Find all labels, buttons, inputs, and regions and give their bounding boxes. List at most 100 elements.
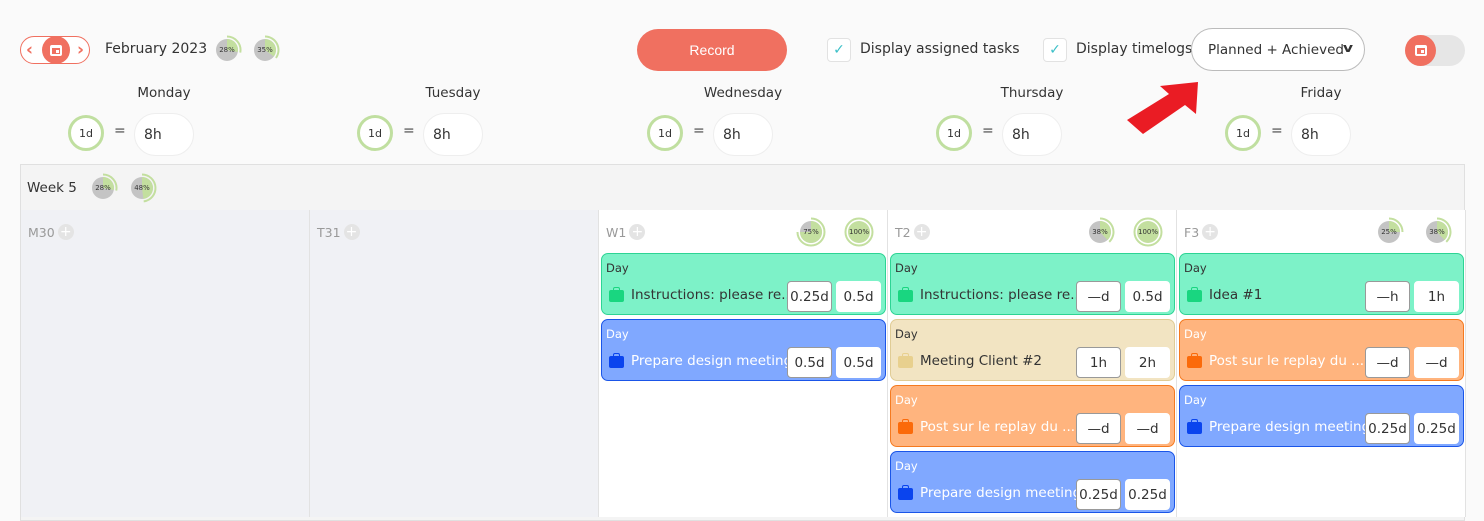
task-card[interactable]: Day Instructions: please re... —d 0.5d xyxy=(890,253,1175,315)
stat-percent: 75% xyxy=(803,228,819,236)
task-card[interactable]: Day Prepare design meeting 0.5d 0.5d xyxy=(601,319,886,381)
planned-time-input[interactable]: 0.25d xyxy=(1365,413,1410,444)
day-column[interactable]: W1 + 75% 100% Day Instructions: please re..… xyxy=(599,210,888,517)
task-kind: Day xyxy=(1184,327,1207,341)
planned-time-input[interactable]: 0.5d xyxy=(787,347,832,378)
date-navigator: ‹ › xyxy=(20,36,90,64)
day-column-header: M30 + xyxy=(28,224,74,240)
equals-sign: = xyxy=(403,123,415,139)
achieved-time-input[interactable]: 1h xyxy=(1414,281,1459,312)
achieved-time-input[interactable]: —d xyxy=(1414,347,1459,378)
achieved-time-input[interactable]: 0.25d xyxy=(1414,413,1459,444)
task-kind: Day xyxy=(895,459,918,473)
stat-percent: 38% xyxy=(1092,228,1108,236)
task-name: Prepare design meeting xyxy=(920,485,1082,501)
capacity-hours-input[interactable]: 8h xyxy=(1291,113,1351,156)
day-header-friday: Friday xyxy=(1300,85,1342,101)
add-task-button[interactable]: + xyxy=(57,224,74,240)
current-month: February 2023 xyxy=(105,41,208,57)
add-task-button[interactable]: + xyxy=(913,224,930,240)
stat-percent: 28% xyxy=(95,184,111,192)
next-month-button[interactable]: › xyxy=(77,39,84,61)
add-task-button[interactable]: + xyxy=(629,224,646,240)
day-column-header: T2 + xyxy=(895,224,930,240)
calendar-icon xyxy=(1414,45,1427,56)
task-name: Idea #1 xyxy=(1209,287,1263,303)
planned-time-input[interactable]: —d xyxy=(1365,347,1410,378)
previous-month-button[interactable]: ‹ xyxy=(26,39,33,61)
achieved-time-input[interactable]: 2h xyxy=(1125,347,1170,378)
add-task-button[interactable]: + xyxy=(1202,224,1219,240)
capacity-hours-input[interactable]: 8h xyxy=(713,113,773,156)
week-label: Week 5 xyxy=(27,180,77,196)
day-column[interactable]: M30 + xyxy=(21,210,310,517)
task-card[interactable]: Day Post sur le replay du ... —d —d xyxy=(890,385,1175,447)
calendar-view-toggle[interactable] xyxy=(1405,35,1465,66)
stat-percent: 100% xyxy=(848,228,869,236)
equals-sign: = xyxy=(693,123,705,139)
day-stat: 100% xyxy=(844,217,874,247)
achieved-time-input[interactable]: 0.25d xyxy=(1125,479,1170,510)
achieved-time-input[interactable]: —d xyxy=(1125,413,1170,444)
task-card[interactable]: Day Instructions: please re... 0.25d 0.5… xyxy=(601,253,886,315)
task-card[interactable]: Day Prepare design meeting 0.25d 0.25d xyxy=(1179,385,1464,447)
check-icon: ✓ xyxy=(1049,42,1061,58)
equals-sign: = xyxy=(114,123,126,139)
capacity-days: 1d xyxy=(68,115,104,151)
task-name: Instructions: please re... xyxy=(631,287,795,303)
briefcase-icon xyxy=(609,353,624,368)
achieved-time-input[interactable]: 0.5d xyxy=(836,281,881,312)
day-column[interactable]: T31 + xyxy=(310,210,599,517)
planned-time-input[interactable]: 0.25d xyxy=(787,281,832,312)
task-card[interactable]: Day Prepare design meeting 0.25d 0.25d xyxy=(890,451,1175,513)
task-kind: Day xyxy=(895,393,918,407)
capacity-days: 1d xyxy=(647,115,683,151)
task-kind: Day xyxy=(1184,261,1207,275)
day-column[interactable]: T2 +38% 100% Day Instructions: please re..… xyxy=(888,210,1177,517)
task-name: Meeting Client #2 xyxy=(920,353,1042,369)
capacity-hours-input[interactable]: 8h xyxy=(1002,113,1062,156)
briefcase-icon xyxy=(1187,353,1202,368)
display-assigned-tasks-label: Display assigned tasks xyxy=(860,41,1020,57)
day-column-label: F3 xyxy=(1184,224,1200,240)
planned-time-input[interactable]: —d xyxy=(1076,413,1121,444)
toggle-knob xyxy=(1405,35,1436,66)
add-task-button[interactable]: + xyxy=(343,224,360,240)
task-kind: Day xyxy=(895,327,918,341)
capacity-days: 1d xyxy=(936,115,972,151)
planned-time-input[interactable]: —h xyxy=(1365,281,1410,312)
capacity-days: 1d xyxy=(357,115,393,151)
view-mode-select[interactable]: Planned + Achieved v xyxy=(1191,28,1365,71)
planned-time-input[interactable]: 1h xyxy=(1076,347,1121,378)
task-card[interactable]: Day Idea #1 —h 1h xyxy=(1179,253,1464,315)
briefcase-icon xyxy=(609,287,624,302)
day-header-wednesday: Wednesday xyxy=(703,85,783,101)
record-button[interactable]: Record xyxy=(637,29,787,71)
day-header-tuesday: Tuesday xyxy=(425,85,481,101)
display-assigned-tasks-checkbox[interactable]: ✓ xyxy=(827,38,851,62)
capacity-hours-input[interactable]: 8h xyxy=(423,113,483,156)
day-column-header: T31 + xyxy=(317,224,360,240)
stat-percent: 25% xyxy=(1381,228,1397,236)
day-column-header: F3 + xyxy=(1184,224,1219,240)
task-kind: Day xyxy=(895,261,918,275)
day-column[interactable]: F3 +25% 38% Day Idea #1 —h 1h Day Post sur… xyxy=(1177,210,1466,517)
achieved-time-input[interactable]: 0.5d xyxy=(1125,281,1170,312)
task-name: Instructions: please re... xyxy=(920,287,1084,303)
task-kind: Day xyxy=(606,261,629,275)
day-column-header: W1 + xyxy=(606,224,646,240)
equals-sign: = xyxy=(982,123,994,139)
view-mode-value: Planned + Achieved xyxy=(1208,41,1344,58)
planned-time-input[interactable]: —d xyxy=(1076,281,1121,312)
display-timelogs-checkbox[interactable]: ✓ xyxy=(1043,38,1067,62)
briefcase-icon xyxy=(898,485,913,500)
task-card[interactable]: Day Meeting Client #2 1h 2h xyxy=(890,319,1175,381)
capacity-hours-input[interactable]: 8h xyxy=(134,113,194,156)
today-button[interactable] xyxy=(42,36,70,64)
achieved-time-input[interactable]: 0.5d xyxy=(836,347,881,378)
task-name: Prepare design meeting xyxy=(1209,419,1371,435)
task-name: Post sur le replay du ... xyxy=(920,419,1076,435)
equals-sign: = xyxy=(1271,123,1283,139)
planned-time-input[interactable]: 0.25d xyxy=(1076,479,1121,510)
task-card[interactable]: Day Post sur le replay du ... —d —d xyxy=(1179,319,1464,381)
